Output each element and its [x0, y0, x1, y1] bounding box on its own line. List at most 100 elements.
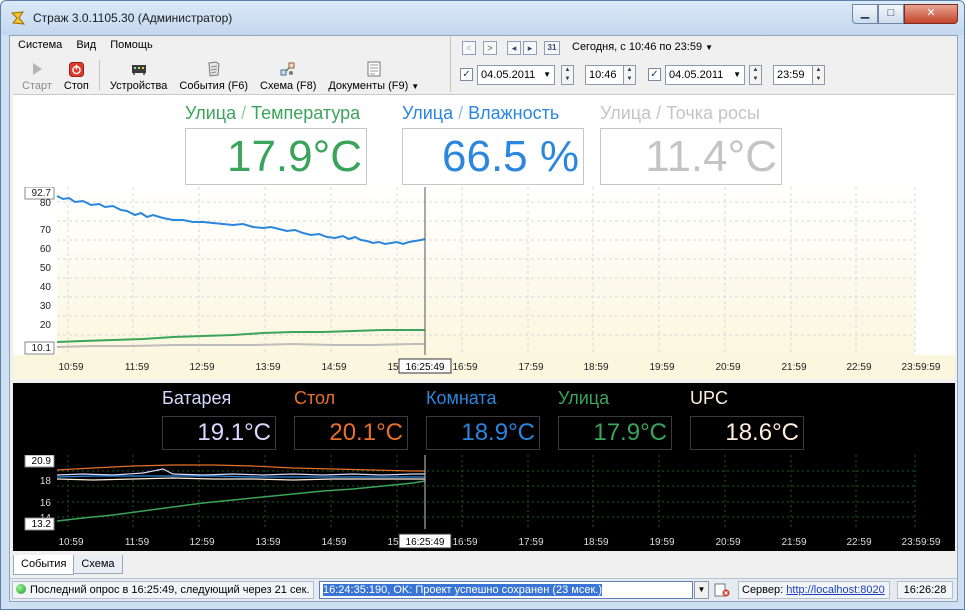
to-time-spinner[interactable]: ▲ ▼ — [812, 65, 825, 85]
devices-icon — [131, 61, 147, 77]
dewpoint-metric: Точка росы — [666, 103, 760, 123]
to-date-spinner[interactable]: ▲ ▼ — [749, 65, 762, 85]
from-date-checkbox[interactable]: ✓ — [460, 68, 473, 81]
minimize-button[interactable]: ▁ — [852, 4, 878, 24]
events-button-label: События (F6) — [179, 80, 249, 92]
chart-y-axis: 92.7 80 70 60 50 40 30 20 10.1 — [24, 187, 55, 355]
documents-button[interactable]: Документы (F9) ▼ — [322, 56, 425, 92]
calendar-icon[interactable]: 31 — [544, 41, 560, 55]
chart-plot-area — [57, 187, 915, 355]
y-tick-label: 80 — [40, 198, 52, 209]
date-range-panel: < > ◂ ▸ 31 Сегодня, с 10:46 по 23:59 ▼ ✓… — [450, 36, 960, 92]
y-tick-label: 40 — [40, 282, 52, 293]
menu-bar: Система Вид Помощь — [18, 39, 153, 55]
range-preset-label: Сегодня, с 10:46 по 23:59 — [572, 41, 703, 53]
temperature-location: Улица — [185, 103, 237, 123]
to-date-checkbox[interactable]: ✓ — [648, 68, 661, 81]
from-date-spinner[interactable]: ▲ ▼ — [561, 65, 574, 85]
y-tick-label: 60 — [40, 244, 52, 255]
desk-series — [56, 464, 425, 472]
ups-title: UPC — [690, 388, 729, 408]
range-preset-dropdown[interactable]: Сегодня, с 10:46 по 23:59 ▼ — [572, 41, 713, 53]
temperature-value: 17.9°C — [185, 128, 367, 185]
x-tick-label: 13:59 — [255, 362, 280, 373]
scheme-button-label: Схема (F8) — [260, 80, 317, 92]
x-tick-label: 18:59 — [583, 362, 608, 373]
tab-events[interactable]: События — [13, 555, 75, 575]
x-tick-label: 20:59 — [715, 537, 740, 548]
y-tick-label: 70 — [40, 225, 52, 236]
temperature-title: Улица / Температура — [185, 103, 360, 124]
x-tick-label: 10:59 — [58, 362, 83, 373]
close-button[interactable]: ✕ — [904, 4, 958, 24]
server-link[interactable]: http://localhost:8020 — [786, 584, 884, 596]
x-tick-label: 16:59 — [452, 537, 477, 548]
x-tick-label: 22:59 — [846, 537, 871, 548]
chevron-down-icon: ▼ — [543, 70, 551, 79]
log-dropdown-icon[interactable]: ▼ — [694, 581, 709, 599]
x-tick-label: 14:59 — [321, 537, 346, 548]
next-period-icon[interactable]: > — [483, 41, 497, 55]
prev-day-icon[interactable]: ◂ — [507, 41, 521, 55]
start-button[interactable]: Старт — [16, 56, 58, 92]
humidity-location: Улица — [402, 103, 454, 123]
app-logo-icon — [10, 11, 26, 25]
dewpoint-location: Улица — [600, 103, 652, 123]
y-tick-label: 20 — [40, 320, 52, 331]
events-icon — [206, 61, 222, 77]
menu-system[interactable]: Система — [18, 39, 62, 55]
title-bar[interactable]: Страж 3.0.1105.30 (Администратор) ▁ □ ✕ — [1, 1, 964, 35]
menu-view[interactable]: Вид — [76, 39, 96, 55]
maximize-button[interactable]: □ — [878, 4, 904, 24]
x-tick-label: 12:59 — [189, 537, 214, 548]
battery-value: 19.1°C — [162, 416, 276, 450]
street-value: 17.9°C — [558, 416, 672, 450]
x-tick-label: 12:59 — [189, 362, 214, 373]
x-tick-label: 23:59:59 — [902, 362, 941, 373]
from-time-value: 10:46 — [589, 69, 617, 81]
y-tick-label: 30 — [40, 301, 52, 312]
room-title: Комната — [426, 388, 497, 408]
log-combobox[interactable]: 16:24:35:190, OK: Проект успешно сохране… — [319, 581, 693, 599]
clear-log-icon[interactable] — [714, 583, 730, 597]
window-title: Страж 3.0.1105.30 (Администратор) — [33, 11, 233, 25]
outdoor-chart[interactable]: 92.7 80 70 60 50 40 30 20 10.1 10:59 11:… — [13, 187, 955, 379]
x-tick-label: 11:59 — [125, 537, 150, 548]
dewpoint-value: 11.4°C — [600, 128, 782, 185]
indoor-chart[interactable]: 20.9 18 16 14 13.2 10:59 11:59 12:59 — [13, 455, 955, 551]
desk-value: 20.1°C — [294, 416, 408, 450]
menu-help[interactable]: Помощь — [110, 39, 153, 55]
scheme-button[interactable]: Схема (F8) — [254, 56, 322, 92]
from-date-field[interactable]: 04.05.2011 ▼ — [477, 65, 555, 85]
room-value: 18.9°C — [426, 416, 540, 450]
x-tick-label: 17:59 — [518, 537, 543, 548]
title-separator: / — [651, 103, 667, 123]
events-button[interactable]: События (F6) — [173, 56, 254, 92]
next-day-icon[interactable]: ▸ — [523, 41, 537, 55]
devices-button-label: Устройства — [109, 80, 168, 92]
to-date-field[interactable]: 04.05.2011 ▼ — [665, 65, 745, 85]
from-time-spinner[interactable]: ▲ ▼ — [623, 65, 636, 85]
y-min-label: 13.2 — [32, 519, 52, 530]
dropdown-arrow-icon[interactable]: ▼ — [411, 82, 419, 91]
humidity-value: 66.5 % — [402, 128, 584, 185]
x-tick-label: 17:59 — [518, 362, 543, 373]
devices-button[interactable]: Устройства — [104, 56, 174, 92]
from-time-field[interactable]: 10:46 — [585, 65, 627, 85]
title-separator: / — [236, 103, 252, 123]
tab-scheme[interactable]: Схема — [73, 555, 123, 574]
stop-icon — [68, 61, 84, 77]
stop-button[interactable]: Стоп — [58, 56, 95, 92]
poll-status-text: Последний опрос в 16:25:49, следующий че… — [30, 584, 310, 596]
status-clock: 16:26:28 — [897, 581, 953, 599]
stop-button-label: Стоп — [63, 80, 89, 92]
x-tick-label: 18:59 — [583, 537, 608, 548]
x-tick-label: 16:59 — [452, 362, 477, 373]
chevron-down-icon: ▼ — [705, 43, 714, 52]
to-time-value: 23:59 — [777, 69, 805, 81]
to-date-value: 04.05.2011 — [669, 69, 724, 81]
poll-status: Последний опрос в 16:25:49, следующий че… — [12, 581, 314, 599]
to-time-field[interactable]: 23:59 — [773, 65, 815, 85]
x-tick-label: 23:59:59 — [902, 537, 941, 548]
prev-period-icon[interactable]: < — [462, 41, 476, 55]
